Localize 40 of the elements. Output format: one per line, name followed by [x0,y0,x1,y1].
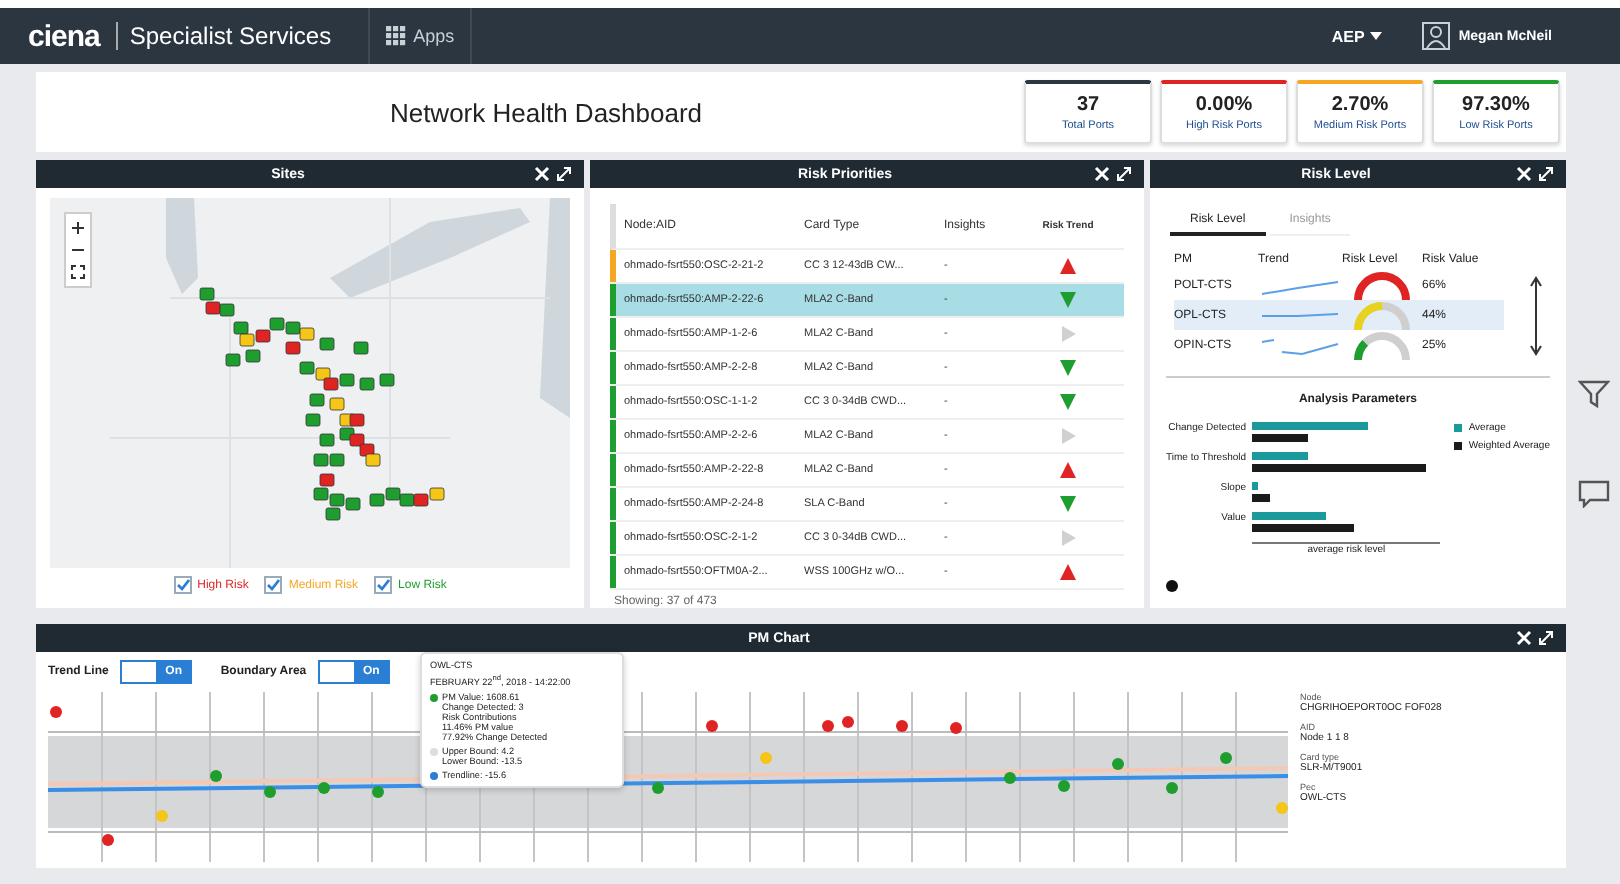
kpi-value: 2.70% [1331,94,1389,116]
product-name: Specialist Services [115,22,332,50]
weighted-average-bar [1252,434,1309,442]
weighted-average-bar [1252,524,1354,532]
kpi-value: 0.00% [1195,94,1253,116]
caret-icon [1370,32,1383,40]
gauge [1354,301,1410,330]
filter-icon[interactable] [1577,380,1609,408]
average-bar [1252,512,1326,520]
expand-icon[interactable] [556,166,572,182]
checkbox[interactable] [173,576,192,594]
dot-icon [1166,580,1178,592]
average-bar [1252,452,1309,460]
expand-icon[interactable] [1538,630,1554,646]
average-bar [1252,482,1258,490]
expand-icon[interactable] [1538,166,1554,182]
zoom-in-icon[interactable] [70,220,86,236]
kpi-value: 97.30% [1462,94,1530,116]
gauge [1354,331,1410,360]
weighted-average-bar [1252,494,1271,502]
fullscreen-icon[interactable] [70,264,86,280]
user-icon [1422,22,1451,50]
close-icon[interactable] [1516,630,1532,646]
close-icon[interactable] [1516,166,1532,182]
close-icon[interactable] [1094,166,1110,182]
dashboard-title: Network Health Dashboard [389,97,703,127]
kpi-value: 37 [1076,94,1100,116]
checkbox[interactable] [374,576,393,594]
average-bar [1252,422,1369,430]
zoom-controls[interactable] [64,212,92,288]
sparkline [1258,333,1342,357]
account-dropdown[interactable]: AEP [1331,27,1383,45]
logo: ciena [28,19,100,53]
expand-icon[interactable] [1116,166,1132,182]
apps-button[interactable]: Apps [367,8,473,64]
close-icon[interactable] [534,166,550,182]
comment-icon[interactable] [1577,480,1609,508]
checkbox[interactable] [264,576,283,594]
grid-icon [385,26,406,46]
scroll-arrow-icon[interactable] [1530,276,1542,356]
